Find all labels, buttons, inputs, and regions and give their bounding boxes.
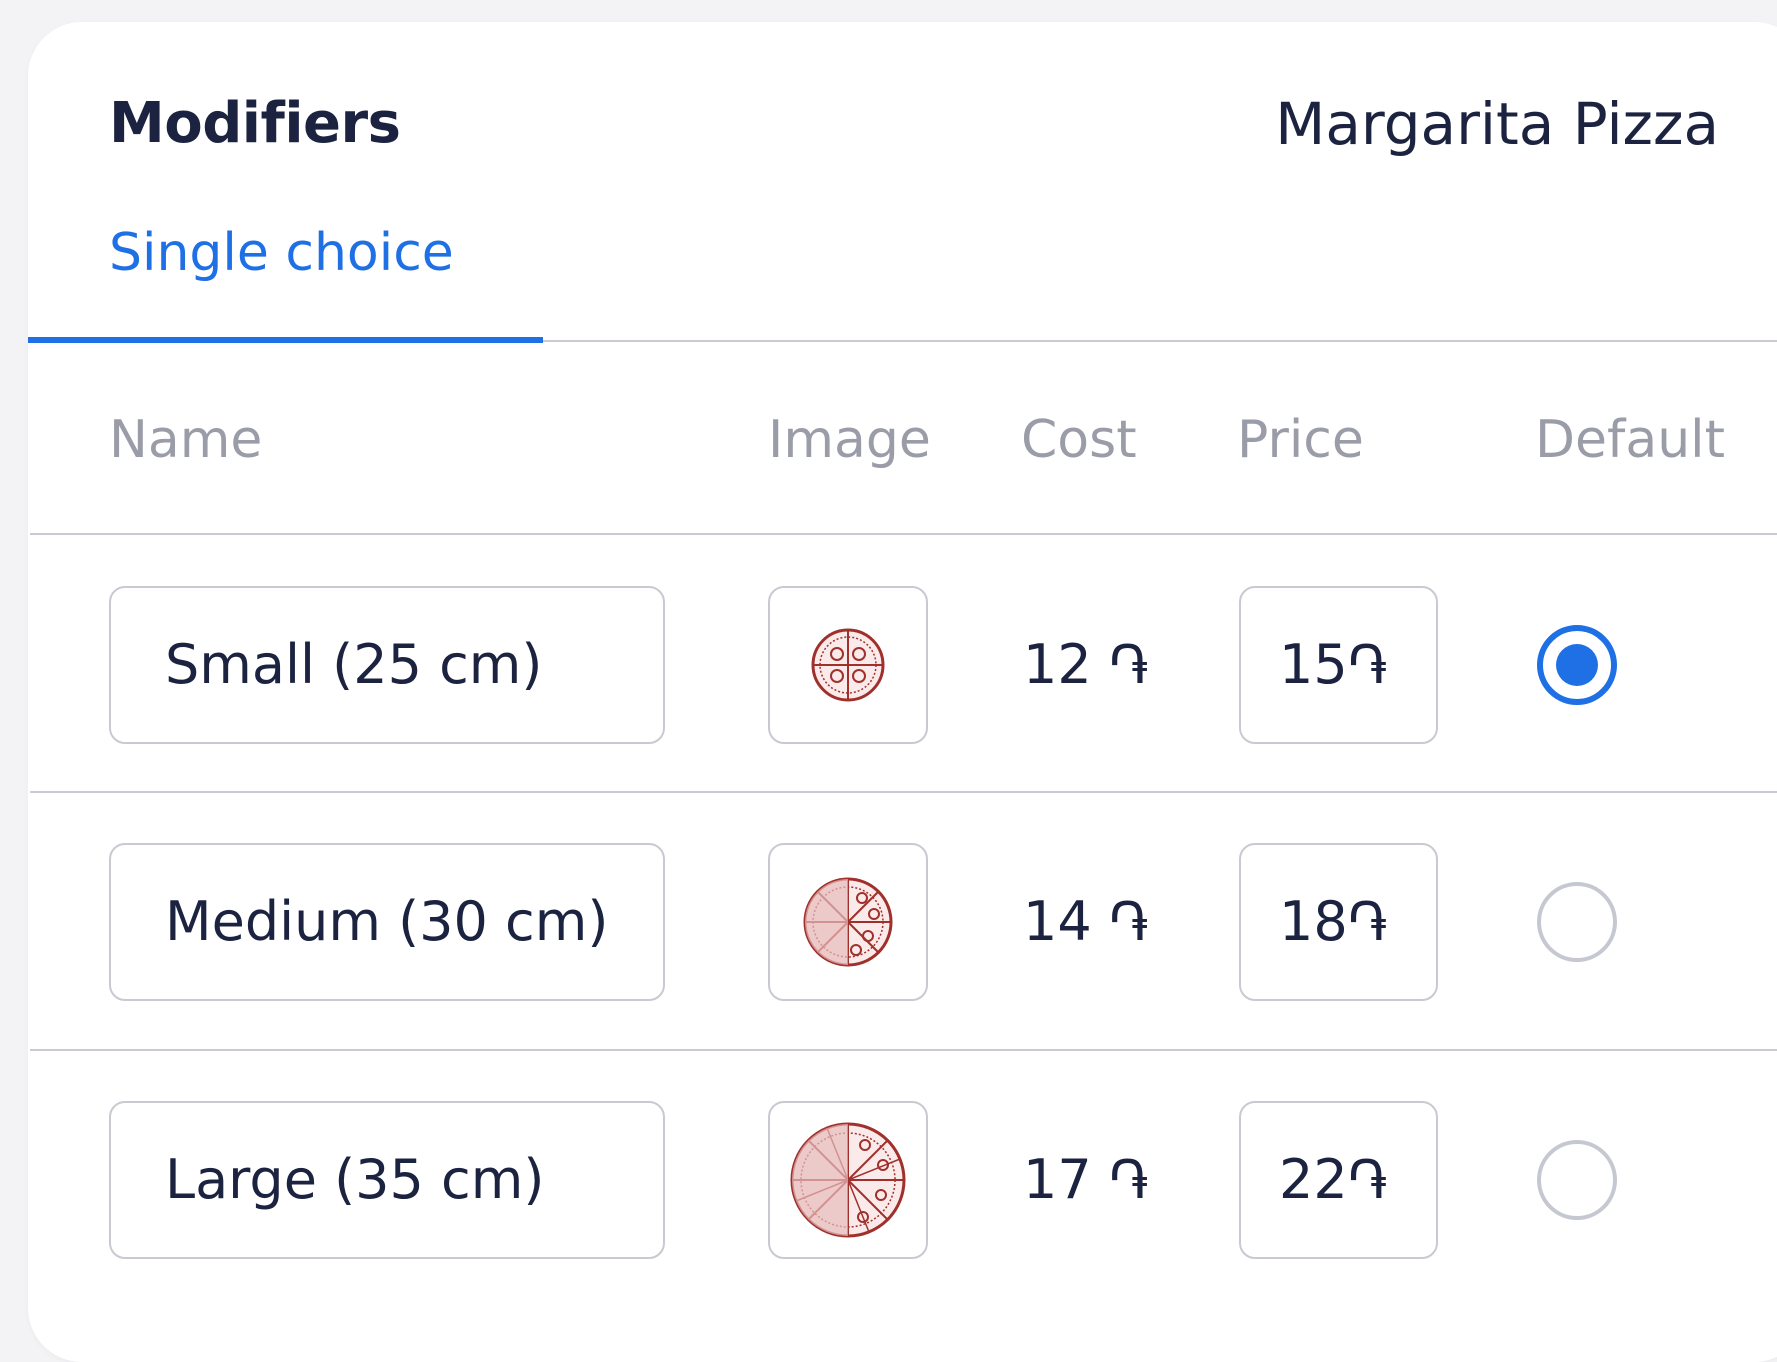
column-header-image: Image xyxy=(768,410,931,470)
modifier-price-field[interactable]: 15֏ xyxy=(1239,586,1438,744)
modifier-cost: 12 ֏ xyxy=(1023,633,1149,696)
active-tab-indicator xyxy=(28,337,543,343)
modifier-cost: 14 ֏ xyxy=(1023,890,1149,953)
tab-single-choice[interactable]: Single choice xyxy=(109,218,454,288)
column-header-cost: Cost xyxy=(1021,410,1137,470)
pizza-small-icon xyxy=(811,628,885,702)
table-row: Small (25 cm) 12 ֏ 15֏ xyxy=(0,586,1777,748)
modifier-image-picker[interactable] xyxy=(768,1101,928,1259)
modifier-cost: 17 ֏ xyxy=(1023,1148,1149,1211)
table-row: Medium (30 cm) 14 ֏ 18֏ xyxy=(0,843,1777,1005)
modifier-image-picker[interactable] xyxy=(768,843,928,1001)
row-divider xyxy=(30,1049,1777,1051)
column-header-default: Default xyxy=(1535,410,1725,470)
modifier-price-field[interactable]: 18֏ xyxy=(1239,843,1438,1001)
pizza-large-icon xyxy=(790,1122,906,1238)
pizza-medium-icon xyxy=(803,877,893,967)
column-header-name: Name xyxy=(109,410,263,470)
modifier-price-field[interactable]: 22֏ xyxy=(1239,1101,1438,1259)
modifier-image-picker[interactable] xyxy=(768,586,928,744)
header-divider xyxy=(30,533,1777,535)
table-row: Large (35 cm) 17 ֏ 22֏ xyxy=(0,1101,1777,1263)
modifier-name-field[interactable]: Small (25 cm) xyxy=(109,586,665,744)
default-radio[interactable] xyxy=(1537,1140,1617,1220)
modifier-name-field[interactable]: Medium (30 cm) xyxy=(109,843,665,1001)
column-header-price: Price xyxy=(1237,410,1364,470)
modifier-name-field[interactable]: Large (35 cm) xyxy=(109,1101,665,1259)
row-divider xyxy=(30,791,1777,793)
page-title: Modifiers xyxy=(109,91,401,156)
default-radio[interactable] xyxy=(1537,882,1617,962)
default-radio[interactable] xyxy=(1537,625,1617,705)
product-name: Margarita Pizza xyxy=(1275,90,1719,158)
